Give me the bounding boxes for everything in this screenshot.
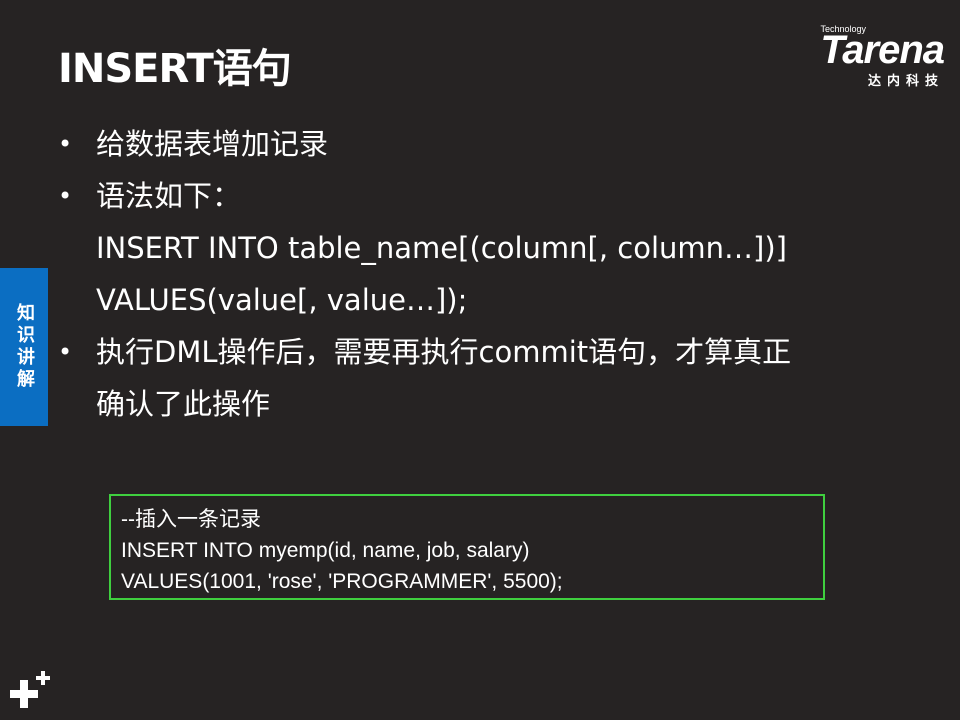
code-example-box: --插入一条记录 INSERT INTO myemp(id, name, job…	[109, 494, 825, 600]
bullet-commit-note-continued: 确认了此操作	[96, 387, 271, 421]
bullet-add-records: 给数据表增加记录	[58, 118, 898, 170]
code-values-line: VALUES(1001, 'rose', 'PROGRAMMER', 5500)…	[121, 570, 563, 593]
plus-icon	[10, 671, 50, 708]
side-tab-label: 知识讲解	[14, 303, 35, 391]
tarena-logo: Technology Tarena 达内科技	[774, 24, 945, 89]
code-insert-line: INSERT INTO myemp(id, name, job, salary)	[121, 539, 530, 562]
code-comment-line: --插入一条记录	[121, 508, 261, 531]
logo-chinese-text: 达内科技	[867, 74, 944, 89]
slide-title: INSERT语句	[58, 46, 292, 92]
bullet-syntax: 语法如下：	[58, 170, 898, 222]
side-tab-knowledge: 知识讲解	[0, 268, 48, 426]
syntax-insert-line: INSERT INTO table_name[(column[, column……	[96, 231, 787, 265]
slide-content: 给数据表增加记录 语法如下： INSERT INTO table_name[(c…	[58, 118, 898, 430]
syntax-values-line: VALUES(value[, value…]);	[96, 283, 468, 317]
bullet-commit-note: 执行DML操作后，需要再执行commit语句，才算真正	[58, 326, 898, 378]
logo-brand-text: Tarena	[820, 28, 945, 72]
